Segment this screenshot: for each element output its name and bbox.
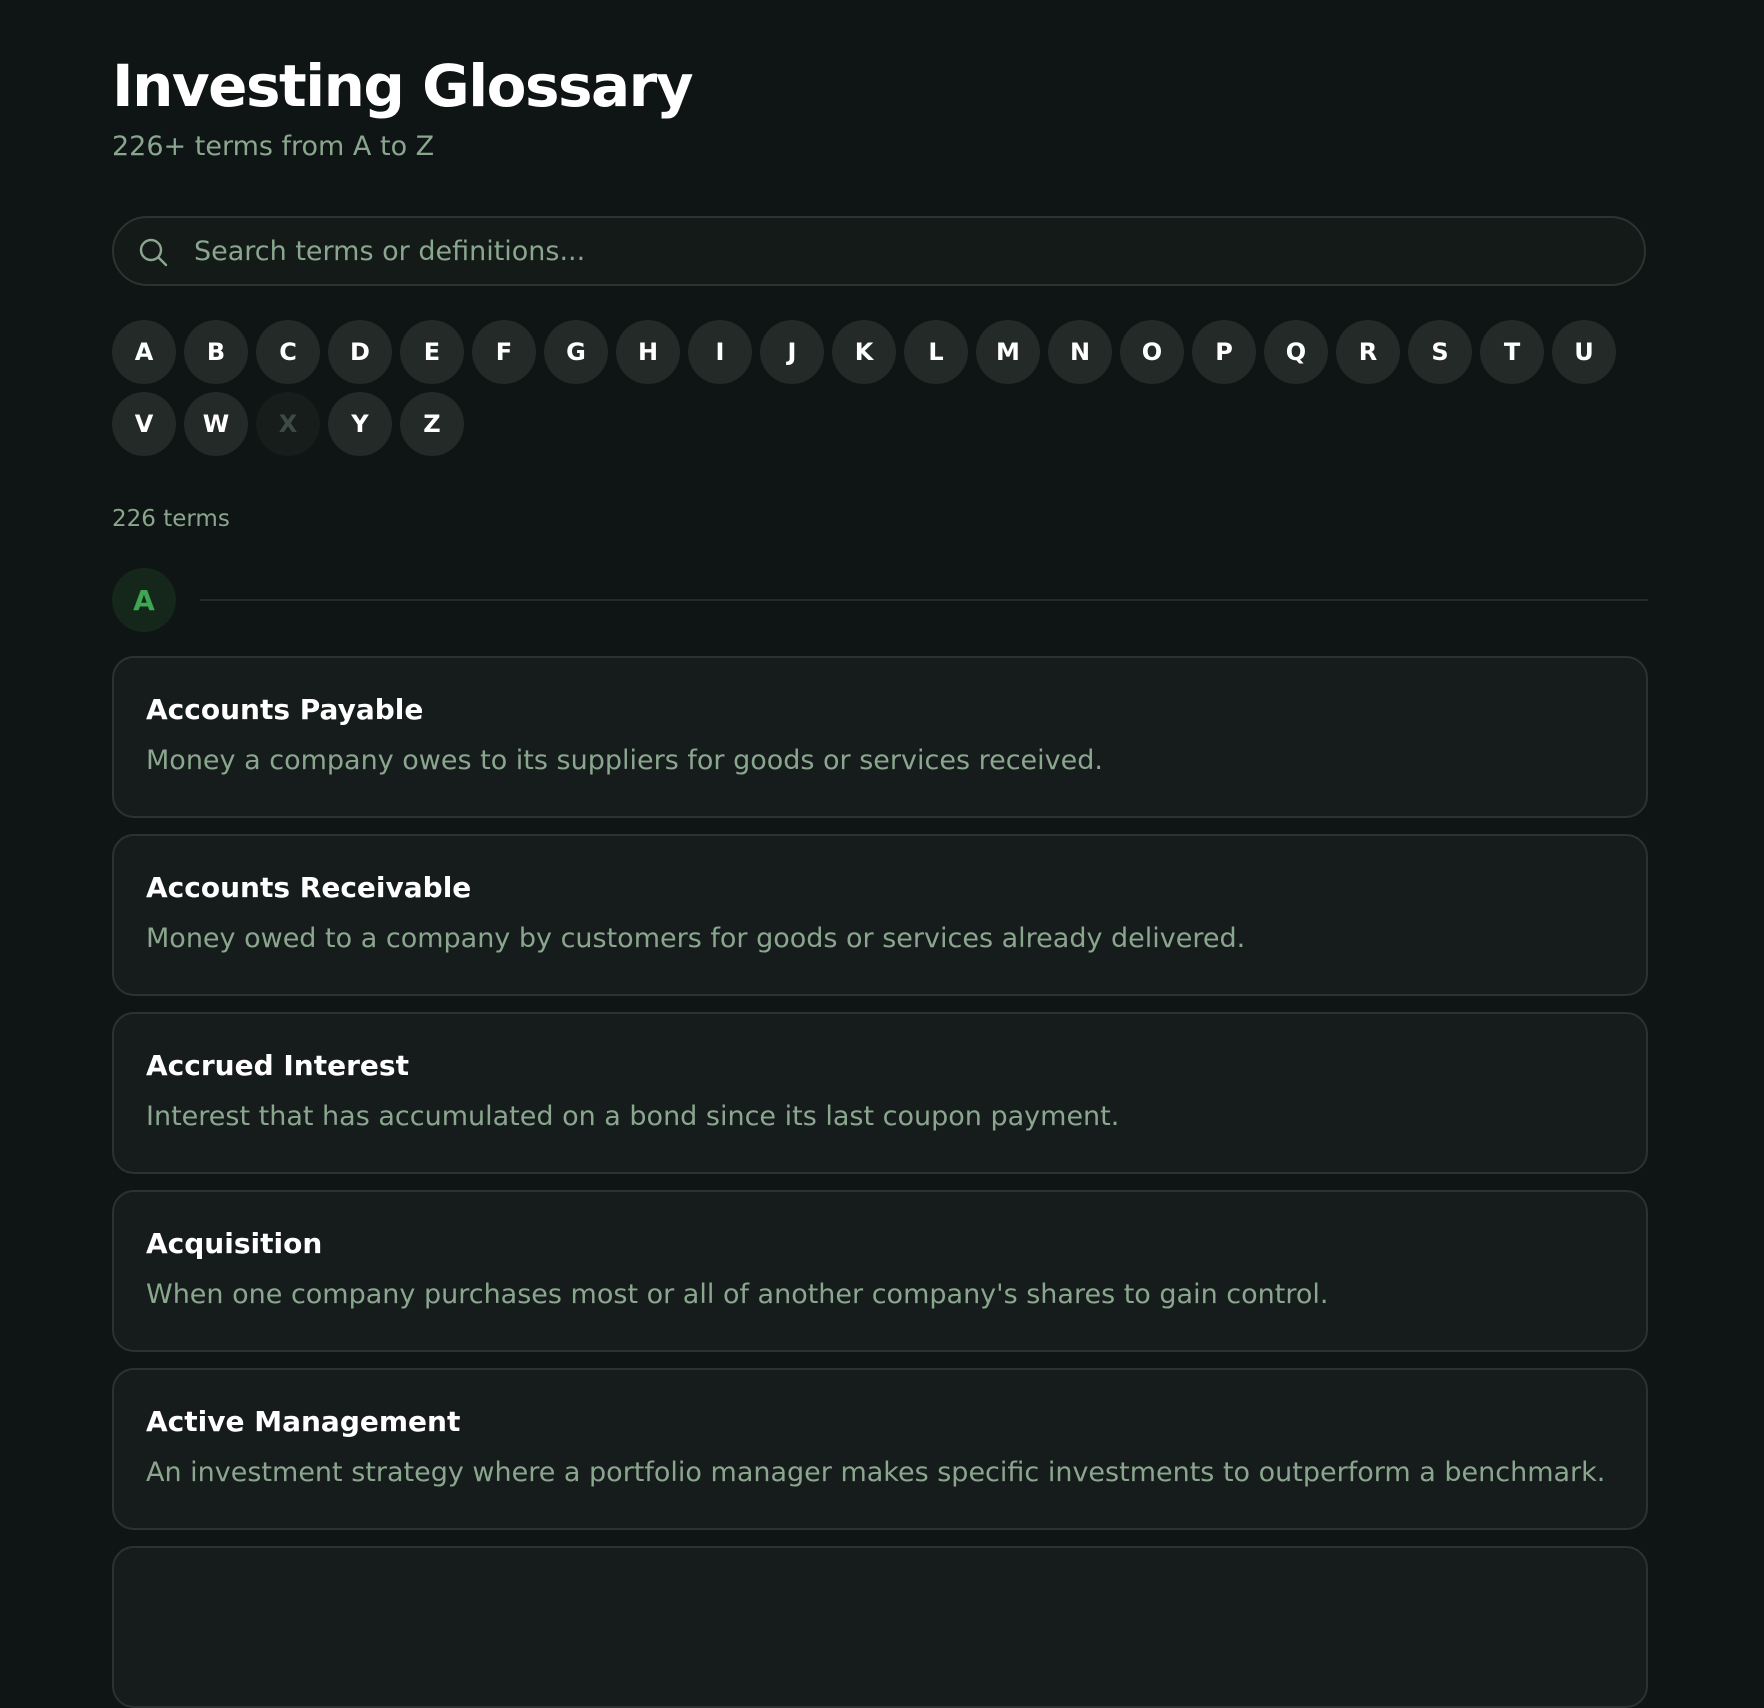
page-title: Investing Glossary — [112, 52, 694, 120]
term-count: 226 terms — [112, 506, 230, 532]
page-subtitle: 226+ terms from A to Z — [112, 131, 435, 162]
term-name: Accounts Receivable — [146, 871, 472, 904]
term-card[interactable]: Accrued Interest Interest that has accumu… — [112, 1012, 1648, 1174]
letter-button-q[interactable]: Q — [1264, 320, 1328, 384]
letter-button-e[interactable]: E — [400, 320, 464, 384]
term-definition: When one company purchases most or all o… — [146, 1279, 1329, 1310]
letter-button-k[interactable]: K — [832, 320, 896, 384]
term-name: Active Management — [146, 1405, 461, 1438]
letter-button-h[interactable]: H — [616, 320, 680, 384]
letter-button-m[interactable]: M — [976, 320, 1040, 384]
letter-button-b[interactable]: B — [184, 320, 248, 384]
letter-button-o[interactable]: O — [1120, 320, 1184, 384]
letter-button-v[interactable]: V — [112, 392, 176, 456]
term-name: Accounts Payable — [146, 693, 424, 726]
search-box[interactable] — [112, 216, 1646, 286]
letter-button-d[interactable]: D — [328, 320, 392, 384]
letter-button-w[interactable]: W — [184, 392, 248, 456]
letter-button-u[interactable]: U — [1552, 320, 1616, 384]
letter-button-y[interactable]: Y — [328, 392, 392, 456]
letter-button-t[interactable]: T — [1480, 320, 1544, 384]
letter-button-r[interactable]: R — [1336, 320, 1400, 384]
section-letter-badge: A — [112, 568, 176, 632]
letter-nav: ABCDEFGHIJKLMNOPQRSTU VWXYZ — [112, 320, 1652, 456]
letter-button-f[interactable]: F — [472, 320, 536, 384]
term-name: Acquisition — [146, 1227, 323, 1260]
term-definition: Money owed to a company by customers for… — [146, 923, 1246, 954]
letter-button-i[interactable]: I — [688, 320, 752, 384]
term-definition: Money a company owes to its suppliers fo… — [146, 745, 1103, 776]
letter-button-p[interactable]: P — [1192, 320, 1256, 384]
search-input[interactable] — [194, 218, 1614, 284]
search-icon — [139, 238, 168, 267]
letter-button-c[interactable]: C — [256, 320, 320, 384]
letter-button-l[interactable]: L — [904, 320, 968, 384]
term-card[interactable]: Accounts Receivable Money owed to a compa… — [112, 834, 1648, 996]
letter-button-s[interactable]: S — [1408, 320, 1472, 384]
letter-button-n[interactable]: N — [1048, 320, 1112, 384]
letter-button-g[interactable]: G — [544, 320, 608, 384]
section-header-a: A — [112, 568, 1648, 632]
letter-button-j[interactable]: J — [760, 320, 824, 384]
section-divider — [200, 599, 1648, 601]
term-definition: An investment strategy where a portfolio… — [146, 1457, 1606, 1488]
letter-button-a[interactable]: A — [112, 320, 176, 384]
term-card[interactable]: Accounts Payable Money a company owes to … — [112, 656, 1648, 818]
term-definition: Interest that has accumulated on a bond … — [146, 1101, 1120, 1132]
term-card[interactable] — [112, 1546, 1648, 1708]
term-card[interactable]: Acquisition When one company purchases mo… — [112, 1190, 1648, 1352]
term-card[interactable]: Active Management An investment strategy … — [112, 1368, 1648, 1530]
term-name: Accrued Interest — [146, 1049, 409, 1082]
letter-button-z[interactable]: Z — [400, 392, 464, 456]
letter-button-x: X — [256, 392, 320, 456]
